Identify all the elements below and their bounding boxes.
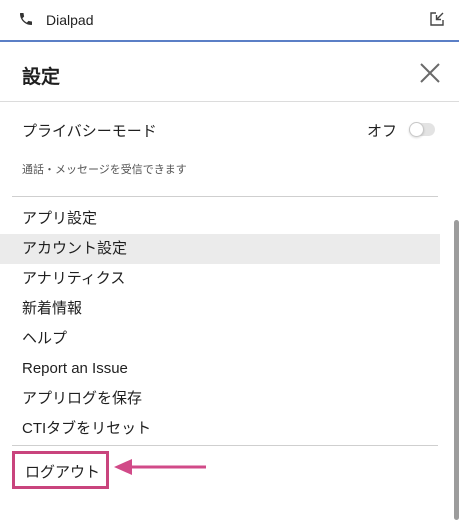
privacy-mode-description: 通話・メッセージを受信できます [22,164,187,176]
popout-icon[interactable] [429,11,445,27]
menu-item-account-settings[interactable]: アカウント設定 [0,234,440,264]
phone-icon [20,13,32,25]
annotation-arrow-icon [114,459,206,475]
close-icon[interactable] [419,62,441,84]
privacy-mode-state: オフ [366,123,397,140]
menu-item-whats-new[interactable]: 新着情報 [0,294,440,324]
privacy-mode-label: プライバシーモード [22,123,157,140]
menu-item-app-settings[interactable]: アプリ設定 [0,204,440,234]
menu-item-report-issue[interactable]: Report an Issue [0,354,440,384]
privacy-mode-toggle[interactable] [409,122,435,137]
divider [12,445,438,446]
toggle-knob [409,122,424,137]
settings-panel: 設定 プライバシーモード オフ 通話・メッセージを受信できます アプリ設定 アカ… [0,44,459,520]
app-title: Dialpad [46,12,94,28]
title-bar: Dialpad [0,0,459,42]
logout-button[interactable]: ログアウト [12,451,109,489]
logout-label: ログアウト [25,464,101,481]
divider [12,196,438,197]
settings-menu: アプリ設定 アカウント設定 アナリティクス 新着情報 ヘルプ Report an… [0,204,440,444]
menu-item-analytics[interactable]: アナリティクス [0,264,440,294]
settings-header: 設定 [0,44,459,102]
page-title: 設定 [22,67,61,88]
scrollbar[interactable] [454,220,459,520]
menu-item-help[interactable]: ヘルプ [0,324,440,354]
privacy-mode-row: プライバシーモード オフ 通話・メッセージを受信できます [0,103,459,196]
menu-item-reset-cti-tab[interactable]: CTIタブをリセット [0,414,440,444]
menu-item-save-app-log[interactable]: アプリログを保存 [0,384,440,414]
